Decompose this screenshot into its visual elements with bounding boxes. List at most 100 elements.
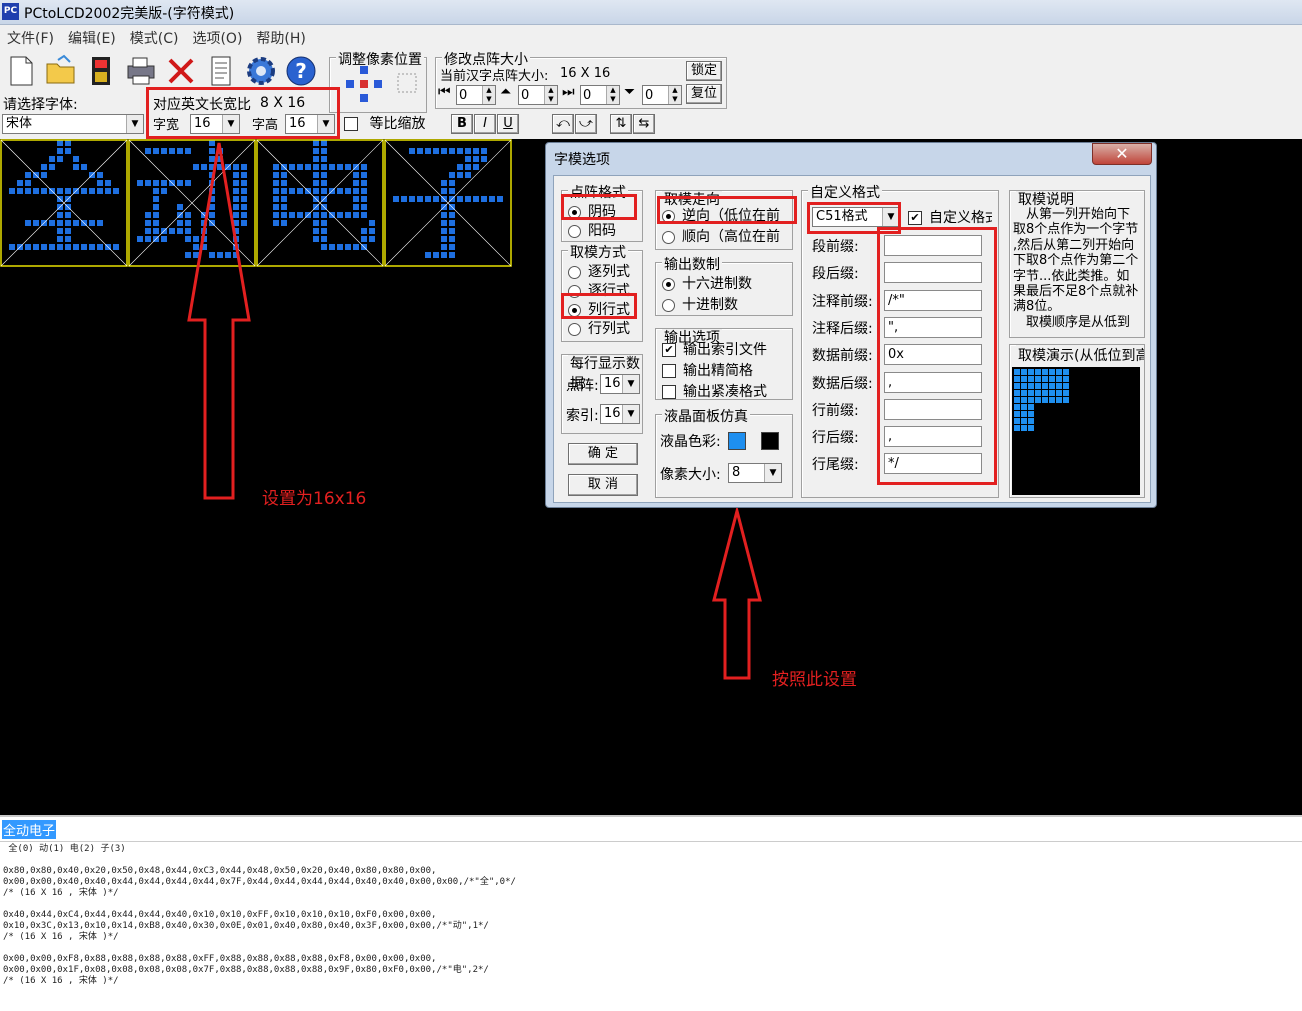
glyph-pixel[interactable]: [369, 220, 375, 226]
custom-field-input[interactable]: 0x: [884, 344, 982, 366]
open-folder-icon[interactable]: [44, 54, 78, 88]
lcd-color-on-swatch[interactable]: [728, 432, 746, 450]
glyph-pixel[interactable]: [297, 188, 303, 194]
glyph-pixel[interactable]: [465, 148, 471, 154]
glyph-pixel[interactable]: [73, 156, 79, 162]
glyph-pixel[interactable]: [361, 228, 367, 234]
glyph-pixel[interactable]: [473, 196, 479, 202]
glyph-pixel[interactable]: [145, 180, 151, 186]
glyph-pixel[interactable]: [281, 196, 287, 202]
glyph-pixel[interactable]: [449, 220, 455, 226]
flip-vertical-icon[interactable]: ⇅: [610, 114, 632, 134]
glyph-pixel[interactable]: [433, 252, 439, 258]
move-top-icon[interactable]: ⏶: [500, 84, 511, 100]
glyph-pixel[interactable]: [57, 244, 63, 250]
glyph-pixel[interactable]: [89, 244, 95, 250]
glyph-pixel[interactable]: [353, 172, 359, 178]
glyph-pixel[interactable]: [313, 188, 319, 194]
rotate-left-icon[interactable]: ⤺: [552, 114, 574, 134]
glyph-pixel[interactable]: [289, 212, 295, 218]
italic-button[interactable]: I: [474, 114, 496, 134]
glyph-pixel[interactable]: [65, 228, 71, 234]
radio-forward-msb[interactable]: 顺向（高位在前: [662, 226, 780, 246]
glyph-pixel[interactable]: [49, 244, 55, 250]
glyph-pixel[interactable]: [321, 156, 327, 162]
custom-field-input[interactable]: [884, 235, 982, 256]
flip-horizontal-icon[interactable]: ⇆: [633, 114, 655, 134]
glyph-pixel[interactable]: [441, 212, 447, 218]
underline-button[interactable]: U: [497, 114, 519, 134]
glyph-pixel[interactable]: [417, 196, 423, 202]
move-bottom-icon[interactable]: ⏷: [624, 84, 635, 100]
glyph-pixel[interactable]: [441, 244, 447, 250]
glyph-pixel[interactable]: [481, 148, 487, 154]
glyph-pixel[interactable]: [353, 188, 359, 194]
glyph-pixel[interactable]: [321, 236, 327, 242]
glyph-pixel[interactable]: [281, 188, 287, 194]
menu-mode[interactable]: 模式(C): [123, 26, 186, 50]
glyph-pixel[interactable]: [313, 212, 319, 218]
glyph-pixel[interactable]: [9, 188, 15, 194]
glyph-pixel[interactable]: [441, 220, 447, 226]
glyph-pixel[interactable]: [65, 212, 71, 218]
glyph-pixel[interactable]: [321, 172, 327, 178]
glyph-pixel[interactable]: [177, 228, 183, 234]
glyph-pixel[interactable]: [145, 228, 151, 234]
lcd-color-off-swatch[interactable]: [761, 432, 779, 450]
glyph-pixel[interactable]: [49, 220, 55, 226]
glyph-pixel[interactable]: [369, 228, 375, 234]
glyph-pixel[interactable]: [457, 172, 463, 178]
glyph-pixel[interactable]: [449, 180, 455, 186]
glyph-pixel[interactable]: [177, 148, 183, 154]
per-row-index-select[interactable]: 16 ▼: [600, 404, 640, 424]
menu-edit[interactable]: 编辑(E): [61, 26, 123, 50]
reset-button[interactable]: 复位: [686, 84, 722, 104]
save-disk-icon[interactable]: [84, 54, 118, 88]
proportional-check-box[interactable]: [344, 117, 358, 131]
custom-field-input[interactable]: ,: [884, 371, 982, 393]
glyph-pixel[interactable]: [449, 228, 455, 234]
offset-right-stepper[interactable]: 0 ▲ ▼: [580, 85, 620, 105]
glyph-pixel[interactable]: [473, 156, 479, 162]
glyph-pixel[interactable]: [457, 164, 463, 170]
custom-field-input[interactable]: */: [884, 453, 982, 475]
rotate-right-icon[interactable]: ⤻: [575, 114, 597, 134]
glyph-pixel[interactable]: [361, 172, 367, 178]
radio-hex[interactable]: 十六进制数: [662, 273, 752, 293]
glyph-pixel[interactable]: [145, 148, 151, 154]
glyph-pixel[interactable]: [345, 244, 351, 250]
glyph-pixel[interactable]: [489, 196, 495, 202]
glyph-pixel[interactable]: [497, 196, 503, 202]
glyph-pixel[interactable]: [313, 156, 319, 162]
glyph-pixel[interactable]: [161, 188, 167, 194]
glyph-pixel[interactable]: [337, 188, 343, 194]
glyph-pixel[interactable]: [313, 236, 319, 242]
glyph-pixel[interactable]: [57, 228, 63, 234]
radio-reverse-lsb[interactable]: 逆向（低位在前: [662, 205, 780, 225]
glyph-pixel[interactable]: [313, 180, 319, 186]
check-tight[interactable]: 输出紧凑格式: [662, 381, 767, 399]
menu-help[interactable]: 帮助(H): [249, 26, 312, 50]
glyph-pixel[interactable]: [97, 180, 103, 186]
output-textarea[interactable]: 全(0) 动(1) 电(2) 子(3) 0x80,0x80,0x40,0x20,0…: [0, 841, 1302, 1011]
glyph-pixel[interactable]: [313, 228, 319, 234]
custom-format-checkbox[interactable]: ✔ 自定义格式: [908, 207, 992, 227]
glyph-pixel[interactable]: [273, 188, 279, 194]
glyph-pixel[interactable]: [281, 220, 287, 226]
glyph-pixel[interactable]: [65, 220, 71, 226]
glyph-pixel[interactable]: [177, 204, 183, 210]
glyph-pixel[interactable]: [273, 164, 279, 170]
glyph-pixel[interactable]: [65, 188, 71, 194]
radio-decimal[interactable]: 十进制数: [662, 294, 738, 314]
custom-field-input[interactable]: ,: [884, 426, 982, 448]
glyph-pixel[interactable]: [297, 164, 303, 170]
glyph-pixel[interactable]: [425, 148, 431, 154]
glyph-pixel[interactable]: [25, 244, 31, 250]
glyph-pixel[interactable]: [321, 244, 327, 250]
glyph-pixel[interactable]: [481, 156, 487, 162]
lock-button[interactable]: 锁定: [686, 61, 722, 81]
glyph-pixel[interactable]: [81, 164, 87, 170]
menu-options[interactable]: 选项(O): [185, 26, 249, 50]
glyph-pixel[interactable]: [49, 164, 55, 170]
proportional-checkbox[interactable]: 等比缩放: [344, 113, 425, 133]
